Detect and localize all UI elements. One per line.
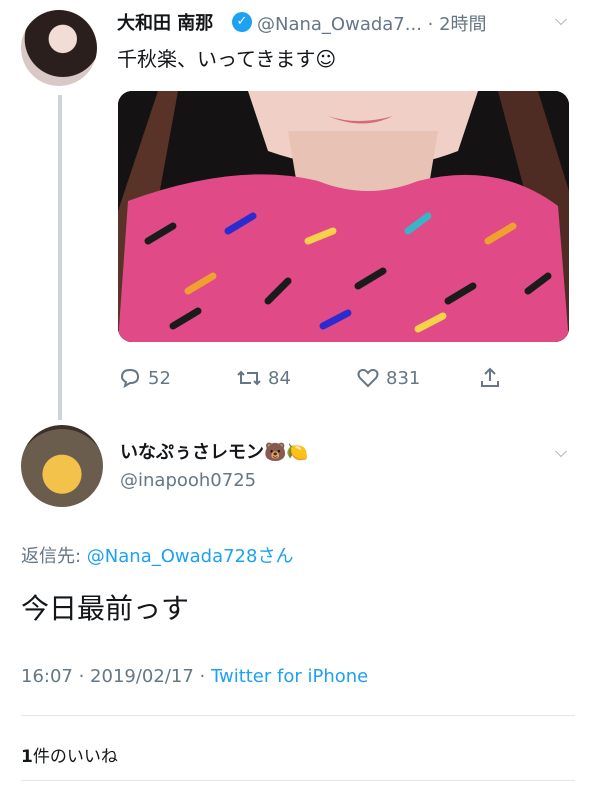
avatar[interactable] — [21, 10, 97, 86]
reply-to-handle-link[interactable]: @Nana_Owada728 — [87, 546, 258, 567]
tweet-time[interactable]: 2時間 — [439, 14, 486, 35]
retweet-action[interactable]: 84 — [236, 365, 291, 391]
chevron-down-icon[interactable]: ⌵ — [555, 10, 567, 30]
share-action[interactable] — [478, 365, 508, 391]
like-count: 831 — [386, 367, 421, 389]
handle[interactable]: @Nana_Owada7... — [257, 14, 422, 35]
source-link[interactable]: Twitter for iPhone — [211, 666, 368, 687]
reply-to-line: 返信先: @Nana_Owada728さん — [21, 542, 293, 568]
reply-to-label: 返信先: — [21, 546, 87, 567]
thread-connector — [58, 95, 62, 420]
divider — [21, 715, 575, 716]
photo-illustration — [118, 91, 569, 342]
like-action[interactable]: 831 — [356, 365, 420, 391]
chevron-down-icon[interactable]: ⌵ — [555, 442, 567, 462]
retweet-count: 84 — [268, 367, 291, 389]
tweet-handle-time: @Nana_Owada7... · 2時間 — [257, 14, 487, 35]
likes-count: 1 — [21, 747, 33, 767]
timestamp: 16:07 · 2019/02/17 · — [21, 666, 211, 687]
reply-action[interactable]: 52 — [118, 365, 171, 391]
share-icon — [481, 367, 499, 387]
avatar[interactable] — [21, 425, 103, 507]
verified-badge-icon: ✓ — [232, 12, 252, 32]
likes-summary[interactable]: 1件のいいね — [21, 742, 118, 767]
heart-icon — [357, 368, 379, 388]
comment-icon — [120, 368, 140, 389]
tweet-photo[interactable] — [118, 91, 569, 342]
display-name[interactable]: いなぷぅさレモン🐻🍋 — [120, 438, 309, 464]
divider — [21, 780, 575, 781]
display-name[interactable]: 大和田 南那 — [117, 9, 213, 35]
reply-text: 今日最前っす — [21, 592, 190, 625]
reply-count: 52 — [148, 367, 171, 389]
likes-label: 件のいいね — [32, 747, 118, 767]
tweet-text: 千秋楽、いってきます☺ — [117, 47, 337, 71]
reply-to-suffix: さん — [257, 546, 294, 567]
retweet-icon — [237, 370, 261, 386]
tweet-meta: 16:07 · 2019/02/17 · Twitter for iPhone — [21, 666, 368, 687]
handle[interactable]: @inapooh0725 — [120, 470, 256, 491]
